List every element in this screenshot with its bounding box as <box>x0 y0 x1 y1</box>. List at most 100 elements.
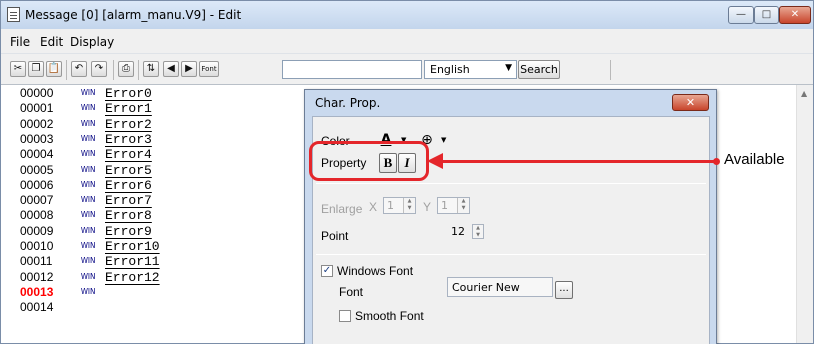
undo-icon[interactable]: ↶ <box>71 61 87 77</box>
font-browse-button[interactable]: ... <box>555 281 573 299</box>
minimize-button[interactable]: — <box>728 6 754 24</box>
message-text[interactable]: Error5 <box>105 163 152 178</box>
close-button[interactable]: ✕ <box>779 6 811 24</box>
row-number: 00004 <box>20 147 54 162</box>
vertical-scrollbar[interactable]: ▲ <box>796 85 813 343</box>
message-text[interactable]: Error12 <box>105 270 160 285</box>
language-select[interactable]: English ▼ <box>424 60 517 79</box>
list-item[interactable]: 00011 WIN Error11 <box>1 254 301 269</box>
row-number: 00010 <box>20 239 54 253</box>
list-item[interactable]: 00014 <box>1 300 301 315</box>
row-number: 00000 <box>20 86 54 100</box>
window-tag: WIN <box>80 103 96 113</box>
point-value: 12 <box>451 225 465 238</box>
font-button[interactable]: Font <box>199 61 219 77</box>
message-text[interactable]: Error4 <box>105 147 152 162</box>
message-text[interactable]: Error3 <box>105 132 152 147</box>
row-number: 00008 <box>20 208 54 223</box>
list-item[interactable]: 00006 WIN Error6 <box>1 178 301 193</box>
scroll-up-icon[interactable]: ▲ <box>801 89 807 98</box>
windows-font-label: Windows Font <box>337 264 414 278</box>
font-name-field: Courier New <box>447 277 553 297</box>
divider <box>316 254 706 255</box>
spinner-arrows-icon: ▲ ▼ <box>457 198 469 213</box>
message-text[interactable]: Error10 <box>105 239 160 254</box>
next-icon[interactable]: ▶ <box>181 61 197 77</box>
toolbar-separator <box>610 60 611 80</box>
redo-icon[interactable]: ↷ <box>91 61 107 77</box>
cut-icon[interactable]: ✂ <box>10 61 26 77</box>
annotation-label: Available <box>724 151 785 168</box>
message-text[interactable]: Error7 <box>105 193 152 208</box>
window-tag: WIN <box>80 210 96 220</box>
divider <box>316 183 706 184</box>
list-item[interactable]: 00001 WIN Error1 <box>1 101 301 116</box>
dialog-close-button[interactable]: ✕ <box>672 94 709 111</box>
list-item[interactable]: 00005 WIN Error5 <box>1 163 301 178</box>
message-text[interactable]: Error0 <box>105 86 152 101</box>
row-number: 00003 <box>20 131 54 146</box>
spinner-arrows-icon[interactable]: ▲ ▼ <box>472 224 484 239</box>
list-item[interactable]: 00008 WIN Error8 <box>1 208 301 223</box>
window-title: Message [0] [alarm_manu.V9] - Edit <box>25 8 242 22</box>
copy-icon[interactable]: ❐ <box>28 61 44 77</box>
annotation-arrow-line <box>441 160 717 163</box>
list-item[interactable]: 00002 WIN Error2 <box>1 117 301 132</box>
row-number: 00012 <box>20 269 54 284</box>
char-prop-dialog: Char. Prop. ✕ Color A ▼ ⊕ ▼ Property B I… <box>304 89 717 344</box>
smooth-font-checkbox[interactable] <box>339 310 351 322</box>
list-item[interactable]: 00003 WIN Error3 <box>1 132 301 147</box>
row-number: 00002 <box>20 116 54 131</box>
list-item[interactable]: 00010 WIN Error10 <box>1 239 301 254</box>
windows-font-checkbox[interactable]: ✓ <box>321 265 333 277</box>
message-text[interactable]: Error9 <box>105 224 152 239</box>
window-tag: WIN <box>80 195 96 205</box>
toolbar-text-field[interactable] <box>282 60 422 79</box>
message-text[interactable]: Error6 <box>105 178 152 193</box>
window-tag: WIN <box>80 271 96 281</box>
list-item[interactable]: 00009 WIN Error9 <box>1 224 301 239</box>
jump-icon[interactable]: ⇅ <box>143 61 159 77</box>
font-label: Font <box>339 285 364 299</box>
paste-icon[interactable]: 📋 <box>46 61 62 77</box>
message-text[interactable]: Error2 <box>105 117 152 132</box>
toolbar: ✂ ❐ 📋 ↶ ↷ ⎙ ⇅ ◀ ▶ Font English ▼ Search <box>1 53 813 85</box>
enlarge-x-label: X <box>369 200 378 214</box>
window-tag: WIN <box>80 133 96 143</box>
toolbar-separator <box>113 60 114 80</box>
list-item[interactable]: 00013 WIN <box>1 285 301 300</box>
message-text[interactable]: Error1 <box>105 101 152 116</box>
row-number: 00005 <box>20 162 54 177</box>
window-tag: WIN <box>80 225 96 235</box>
enlarge-y-label: Y <box>423 200 432 214</box>
row-number: 00009 <box>20 223 54 238</box>
menu-file[interactable]: File <box>10 35 30 49</box>
message-text[interactable]: Error11 <box>105 254 160 269</box>
previous-icon[interactable]: ◀ <box>163 61 179 77</box>
list-item[interactable]: 00007 WIN Error7 <box>1 193 301 208</box>
chevron-down-icon[interactable]: ▼ <box>441 136 446 144</box>
list-item[interactable]: 00000 WIN Error0 <box>1 86 301 101</box>
point-spinner[interactable]: 12 ▲ ▼ <box>447 223 485 240</box>
menu-edit[interactable]: Edit <box>40 35 63 49</box>
window-tag: WIN <box>80 164 96 174</box>
message-text[interactable]: Error8 <box>105 208 152 223</box>
list-item[interactable]: 00004 WIN Error4 <box>1 147 301 162</box>
enlarge-x-value: 1 <box>387 199 394 212</box>
point-label: Point <box>321 229 349 243</box>
property-highlight-box <box>309 141 429 181</box>
language-value: English <box>430 63 470 76</box>
list-item[interactable]: 00012 WIN Error12 <box>1 270 301 285</box>
maximize-button[interactable]: □ <box>754 6 779 24</box>
search-button[interactable]: Search <box>518 60 560 79</box>
window-tag: WIN <box>80 118 96 128</box>
toolbar-separator <box>138 60 139 80</box>
enlarge-y-value: 1 <box>441 199 448 212</box>
window-tag: WIN <box>80 88 96 97</box>
print-icon[interactable]: ⎙ <box>118 61 134 77</box>
row-number: 00001 <box>20 101 54 116</box>
row-number: 00006 <box>20 177 54 192</box>
menu-bar: File Edit Display <box>1 29 813 53</box>
toolbar-separator <box>66 60 67 80</box>
menu-display[interactable]: Display <box>70 35 114 49</box>
